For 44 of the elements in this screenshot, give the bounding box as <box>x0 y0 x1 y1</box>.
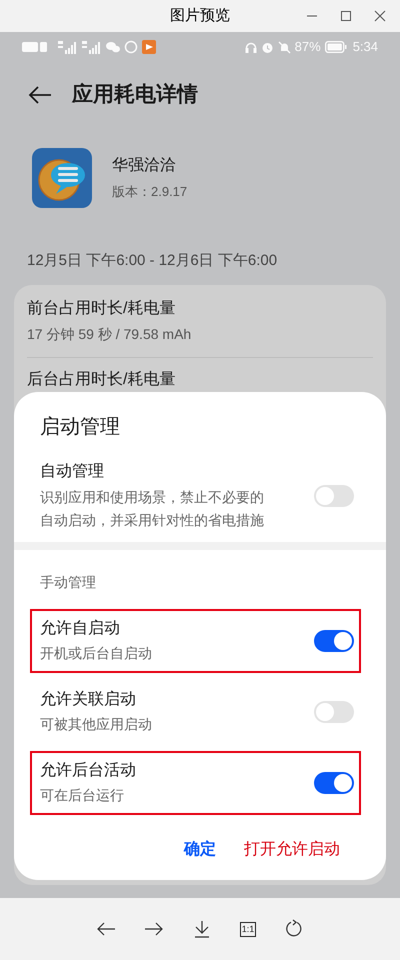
download-icon[interactable] <box>192 920 212 938</box>
battery-percent: 87% <box>294 38 321 56</box>
toggle-switch[interactable] <box>314 772 354 794</box>
back-icon[interactable] <box>28 85 52 105</box>
signal-icon <box>82 40 102 54</box>
setting-label: 允许后台活动 <box>40 760 137 781</box>
forward-arrow-icon[interactable] <box>144 921 164 937</box>
back-arrow-icon[interactable] <box>96 921 116 937</box>
setting-label: 允许自启动 <box>40 618 121 639</box>
battery-icon <box>324 41 347 53</box>
actual-size-button[interactable]: 1:1 <box>240 922 256 936</box>
toggle-switch[interactable] <box>314 485 354 507</box>
confirm-button[interactable]: 确定 <box>184 838 216 862</box>
app-version: 版本：2.9.17 <box>112 183 188 202</box>
circle-icon <box>124 40 138 54</box>
setting-description: 可被其他应用启动 <box>40 715 153 734</box>
headphones-icon <box>244 41 257 53</box>
rotate-icon[interactable] <box>284 919 304 939</box>
app-icon <box>32 148 92 208</box>
setting-description: 开机或后台自启动 <box>40 644 153 663</box>
usage-value: 17 分钟 59 秒 / 79.58 mAh <box>27 324 192 344</box>
setting-description: 可在后台运行 <box>40 786 125 805</box>
allow-start-button[interactable]: 打开允许启动 <box>244 838 340 862</box>
clock-time: 5:34 <box>352 38 378 56</box>
date-range: 12月5日 下午6:00 - 12月6日 下午6:00 <box>26 251 278 271</box>
signal-icon <box>58 40 78 54</box>
alarm-icon <box>260 40 274 54</box>
usage-label: 后台占用时长/耗电量 <box>27 370 176 390</box>
muted-bell-icon <box>278 40 291 54</box>
toggle-switch[interactable] <box>314 700 354 722</box>
dialog-title: 启动管理 <box>39 415 121 440</box>
section-heading: 手动管理 <box>39 573 97 592</box>
app-name: 华强洽洽 <box>112 156 177 176</box>
usage-label: 前台占用时长/耗电量 <box>27 298 176 318</box>
close-icon[interactable] <box>374 10 386 22</box>
setting-label: 允许关联启动 <box>40 690 137 710</box>
chat-icon <box>106 41 120 53</box>
page-title: 应用耗电详情 <box>72 82 198 108</box>
setting-description: 识别应用和使用场景，禁止不必要的自动启动，并采用针对性的省电措施 <box>40 488 265 530</box>
toggle-switch[interactable] <box>314 630 354 652</box>
maximize-icon[interactable] <box>340 10 352 22</box>
play-app-icon <box>142 40 156 54</box>
window-title: 图片预览 <box>170 6 230 26</box>
setting-label: 自动管理 <box>40 462 105 482</box>
